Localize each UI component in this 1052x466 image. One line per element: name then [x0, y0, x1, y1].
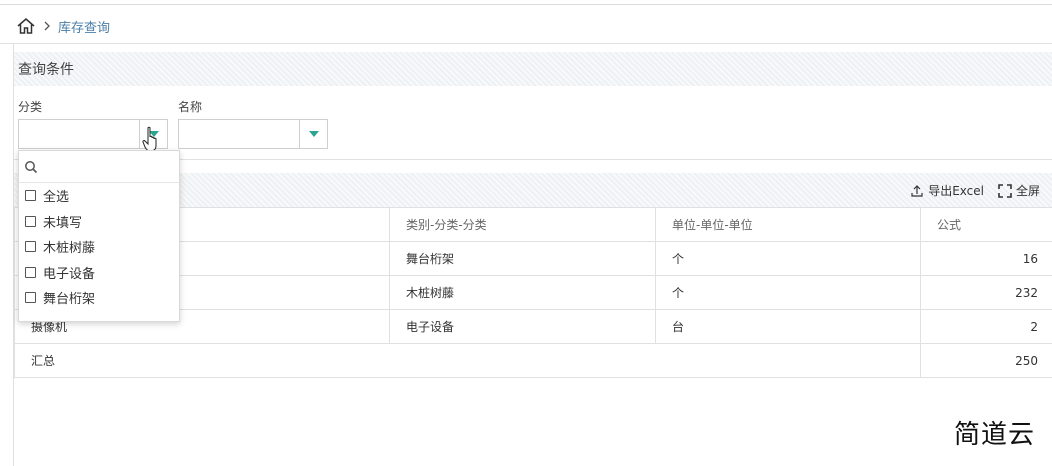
checkbox[interactable]	[25, 241, 36, 253]
name-dropdown-toggle[interactable]	[299, 120, 327, 148]
export-excel-label: 导出Excel	[928, 184, 984, 198]
cell-formula: 16	[920, 241, 1052, 276]
fullscreen-label: 全屏	[1015, 184, 1040, 198]
table-toolbar: 导出Excel 全屏	[910, 182, 1040, 199]
upload-icon	[911, 184, 923, 197]
query-panel-title: 查询条件	[18, 62, 74, 78]
caret-down-icon	[308, 131, 319, 137]
cell-category: 木桩树藤	[389, 275, 656, 310]
cell-category: 电子设备	[389, 309, 656, 344]
cell-unit: 个	[655, 241, 921, 276]
column-header-formula[interactable]: 公式	[920, 207, 1052, 242]
cell-formula: 232	[920, 275, 1052, 310]
export-excel-button[interactable]: 导出Excel	[910, 182, 984, 199]
column-header-category[interactable]: 类别-分类-分类	[389, 207, 656, 242]
top-bar	[0, 0, 1052, 5]
option-unfilled[interactable]: 未填写	[19, 209, 179, 235]
table-total-row: 汇总 250	[14, 343, 1052, 378]
cell-formula: 2	[920, 309, 1052, 344]
search-icon	[25, 160, 38, 173]
total-value: 250	[920, 343, 1052, 378]
dropdown-search-input[interactable]	[42, 152, 172, 181]
cell-unit: 个	[655, 275, 921, 310]
checkbox[interactable]	[25, 215, 36, 227]
total-label: 汇总	[14, 343, 921, 378]
option-select-all[interactable]: 全选	[19, 183, 179, 209]
breadcrumb: 库存查询	[16, 14, 110, 38]
option-label: 木桩树藤	[43, 241, 96, 257]
query-panel-header	[14, 52, 1052, 86]
name-select[interactable]	[178, 119, 328, 149]
option-truss[interactable]: 舞台桁架	[19, 285, 179, 311]
option-wood[interactable]: 木桩树藤	[19, 234, 179, 260]
category-dropdown-menu: 全选 未填写 木桩树藤 电子设备 舞台桁架	[18, 150, 180, 322]
breadcrumb-divider	[0, 43, 1052, 44]
hand-cursor-icon	[142, 126, 157, 152]
dropdown-search	[19, 151, 179, 183]
option-label: 电子设备	[43, 266, 96, 282]
breadcrumb-current[interactable]: 库存查询	[58, 17, 110, 36]
brand-watermark: 简道云	[954, 420, 1036, 450]
checkbox[interactable]	[25, 266, 36, 278]
home-icon[interactable]	[16, 16, 36, 36]
option-label: 全选	[43, 190, 70, 206]
option-label: 未填写	[43, 215, 83, 231]
checkbox[interactable]	[25, 292, 36, 304]
cell-category: 舞台桁架	[389, 241, 656, 276]
cell-unit: 台	[655, 309, 921, 344]
option-electronics[interactable]: 电子设备	[19, 260, 179, 286]
checkbox[interactable]	[25, 190, 36, 202]
fullscreen-icon	[998, 183, 1012, 198]
option-label: 舞台桁架	[43, 292, 96, 308]
category-label: 分类	[18, 100, 43, 114]
column-header-unit[interactable]: 单位-单位-单位	[655, 207, 921, 242]
fullscreen-button[interactable]: 全屏	[998, 182, 1040, 199]
chevron-right-icon	[44, 21, 50, 31]
name-label: 名称	[178, 100, 203, 114]
